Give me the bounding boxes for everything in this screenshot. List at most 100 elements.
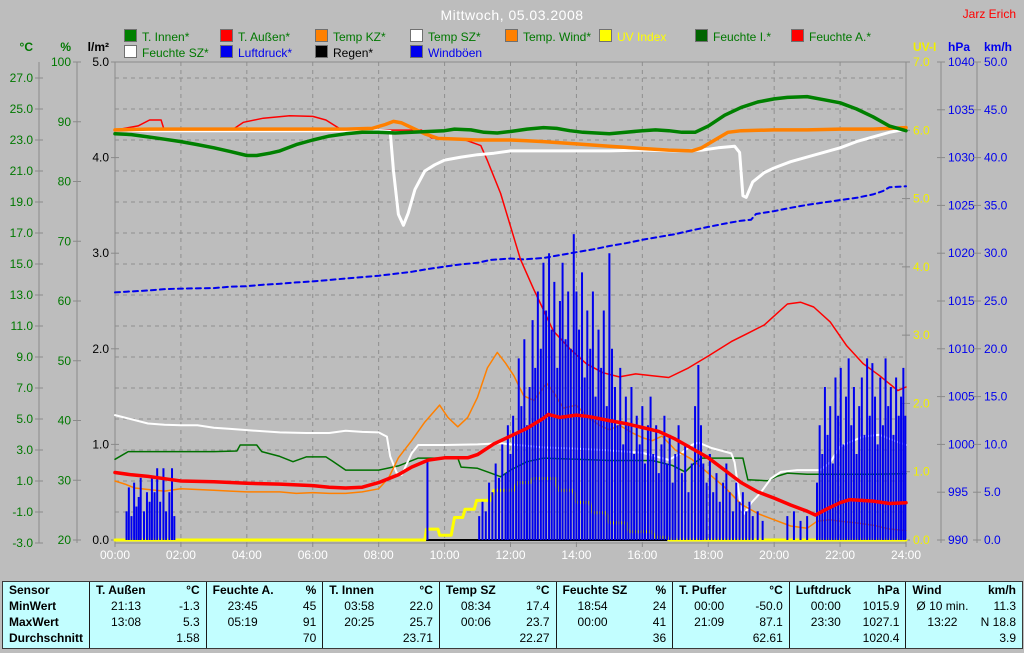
table-sensor-column-t-innen: T. Innen °C 03:58 22.0 20:25 25.7 23.71 [322,582,439,648]
table-sensor-column-luftdruck: Luftdruck hPa 00:00 1015.9 23:30 1027.1 1020.4 [788,582,906,648]
table-cell-row: 70 [302,631,317,645]
c-tick-label: 5.0 [16,412,33,426]
table-cell-row: 18:54 24 [577,599,667,613]
legend-swatch-icon [410,45,423,58]
table-cell-row: 62.61 [752,631,783,645]
table-cell-row: 1020.4 [862,631,900,645]
table-cell-row: 21:09 87.1 [694,615,783,629]
kmh-tick-label: 45.0 [984,103,1008,117]
table-sensor-column-wind: Wind km/h Ø 10 min. 11.3 13:22 N 18.8 3.9 [905,582,1022,648]
c-tick-label: 27.0 [10,71,34,85]
table-cell-row: Ø 10 min. 11.3 [916,599,1016,613]
legend-label: T. Außen* [238,30,291,44]
uv-tick-label: 0.0 [913,533,930,547]
legend-item-luftdruck: Luftdruck* [220,45,293,60]
hpa-tick-label: 1020 [948,246,975,260]
c-tick-label: 11.0 [11,319,34,333]
pct-tick-label: 80 [58,175,72,189]
table-cell-row: 13:22 N 18.8 [927,615,1016,629]
table-cell-row: Feuchte SZ% [562,583,667,597]
table-cell-row: 3.9 [999,631,1016,645]
legend-item-uv-index: UV Index [599,29,666,44]
legend-swatch-icon [220,29,233,42]
lm2-axis-unit: l/m² [88,40,109,54]
time-tick-label: 10:00 [430,548,460,562]
legend-label: Feuchte I.* [713,30,772,44]
legend-swatch-icon [315,45,328,58]
kmh-tick-label: 35.0 [984,198,1008,212]
table-cell-row: 05:19 91 [227,615,317,629]
kmh-tick-label: 15.0 [984,390,1008,404]
pct-tick-label: 100 [51,55,71,69]
lm2-tick-label: 2.0 [92,342,109,356]
c-tick-label: 21.0 [10,164,34,178]
uv-tick-label: 2.0 [913,396,930,410]
legend-label: Feuchte A.* [809,30,872,44]
table-cell-row: 23.71 [402,631,433,645]
time-tick-label: 22:00 [825,548,855,562]
kmh-tick-label: 40.0 [984,151,1008,165]
table-cell-row: 00:00 41 [577,615,667,629]
table-row-label: Durchschnitt [9,631,84,645]
hpa-tick-label: 1040 [948,55,975,69]
legend-label: Feuchte SZ* [142,46,209,60]
legend-label: T. Innen* [142,30,190,44]
legend-swatch-icon [410,29,423,42]
table-cell-row: 22.27 [519,631,550,645]
table-row-labels: Sensor MinWert MaxWert Durchschnitt [3,582,89,648]
legend-swatch-icon [124,45,137,58]
legend-label: Temp KZ* [333,30,386,44]
c-tick-label: -1.0 [12,505,33,519]
kmh-tick-label: 0.0 [984,533,1001,547]
legend-label: Windböen [428,46,483,60]
weather-chart-canvas[interactable]: -3.0 -1.0 1.0 3.0 5.0 7.0 9.0 11.0 13.0 15.0 17.0 1… [0,0,1024,653]
legend-label: Luftdruck* [238,46,293,60]
table-cell-row: 08:34 17.4 [460,599,550,613]
legend-item-temp-kz: Temp KZ* [315,29,386,44]
c-tick-label: 3.0 [16,443,33,457]
lm2-tick-label: 5.0 [92,55,109,69]
time-tick-label: 20:00 [759,548,789,562]
table-row-label: Sensor [9,583,50,597]
pct-tick-label: 90 [58,115,72,129]
table-row-label: MaxWert [9,615,59,629]
uv-tick-label: 6.0 [913,123,930,137]
table-cell-row: Temp SZ °C [445,583,550,597]
pct-tick-label: 20 [58,533,72,547]
c-tick-label: 9.0 [16,350,33,364]
time-tick-label: 04:00 [232,548,262,562]
legend-swatch-icon [599,29,612,42]
c-tick-label: 17.0 [10,226,34,240]
kmh-tick-label: 30.0 [984,246,1008,260]
pct-tick-label: 50 [58,354,72,368]
lm2-tick-label: 0.0 [92,533,109,547]
table-sensor-column-temp-sz: Temp SZ °C 08:34 17.4 00:06 23.7 22.27 [438,582,556,648]
kmh-axis-unit: km/h [984,40,1012,54]
legend-item-feuchte-a: Feuchte A.* [791,29,872,44]
kmh-tick-label: 5.0 [984,485,1001,499]
kmh-tick-label: 25.0 [984,294,1008,308]
legend-item-feuchte-i: Feuchte I.* [695,29,772,44]
time-tick-label: 16:00 [627,548,657,562]
stats-table: Sensor MinWert MaxWert Durchschnitt T. Außen… [2,581,1023,649]
table-cell-row: 36 [652,631,667,645]
table-row-label: MinWert [9,599,57,613]
table-sensor-column-feuchte-a: Feuchte A.% 23:45 45 05:19 91 70 [205,582,323,648]
pct-tick-label: 60 [58,294,72,308]
c-tick-label: 19.0 [10,195,34,209]
legend-label: Temp. Wind* [523,30,592,44]
pct-tick-label: 40 [58,414,72,428]
table-cell-row: 00:00 1015.9 [810,599,900,613]
c-axis-unit: °C [20,40,34,54]
table-cell-row: 20:25 25.7 [344,615,433,629]
hpa-tick-label: 1035 [948,103,975,117]
uv-tick-label: 4.0 [913,260,930,274]
legend-swatch-icon [220,45,233,58]
table-cell-row: 03:58 22.0 [344,599,433,613]
table-cell-row: T. Innen °C [329,583,433,597]
table-cell-row: T. Außen °C [96,583,200,597]
legend-item-t-au-en: T. Außen* [220,29,291,44]
table-cell-row: 23:45 45 [227,599,317,613]
legend-item-temp-sz: Temp SZ* [410,29,481,44]
kmh-tick-label: 20.0 [984,342,1008,356]
